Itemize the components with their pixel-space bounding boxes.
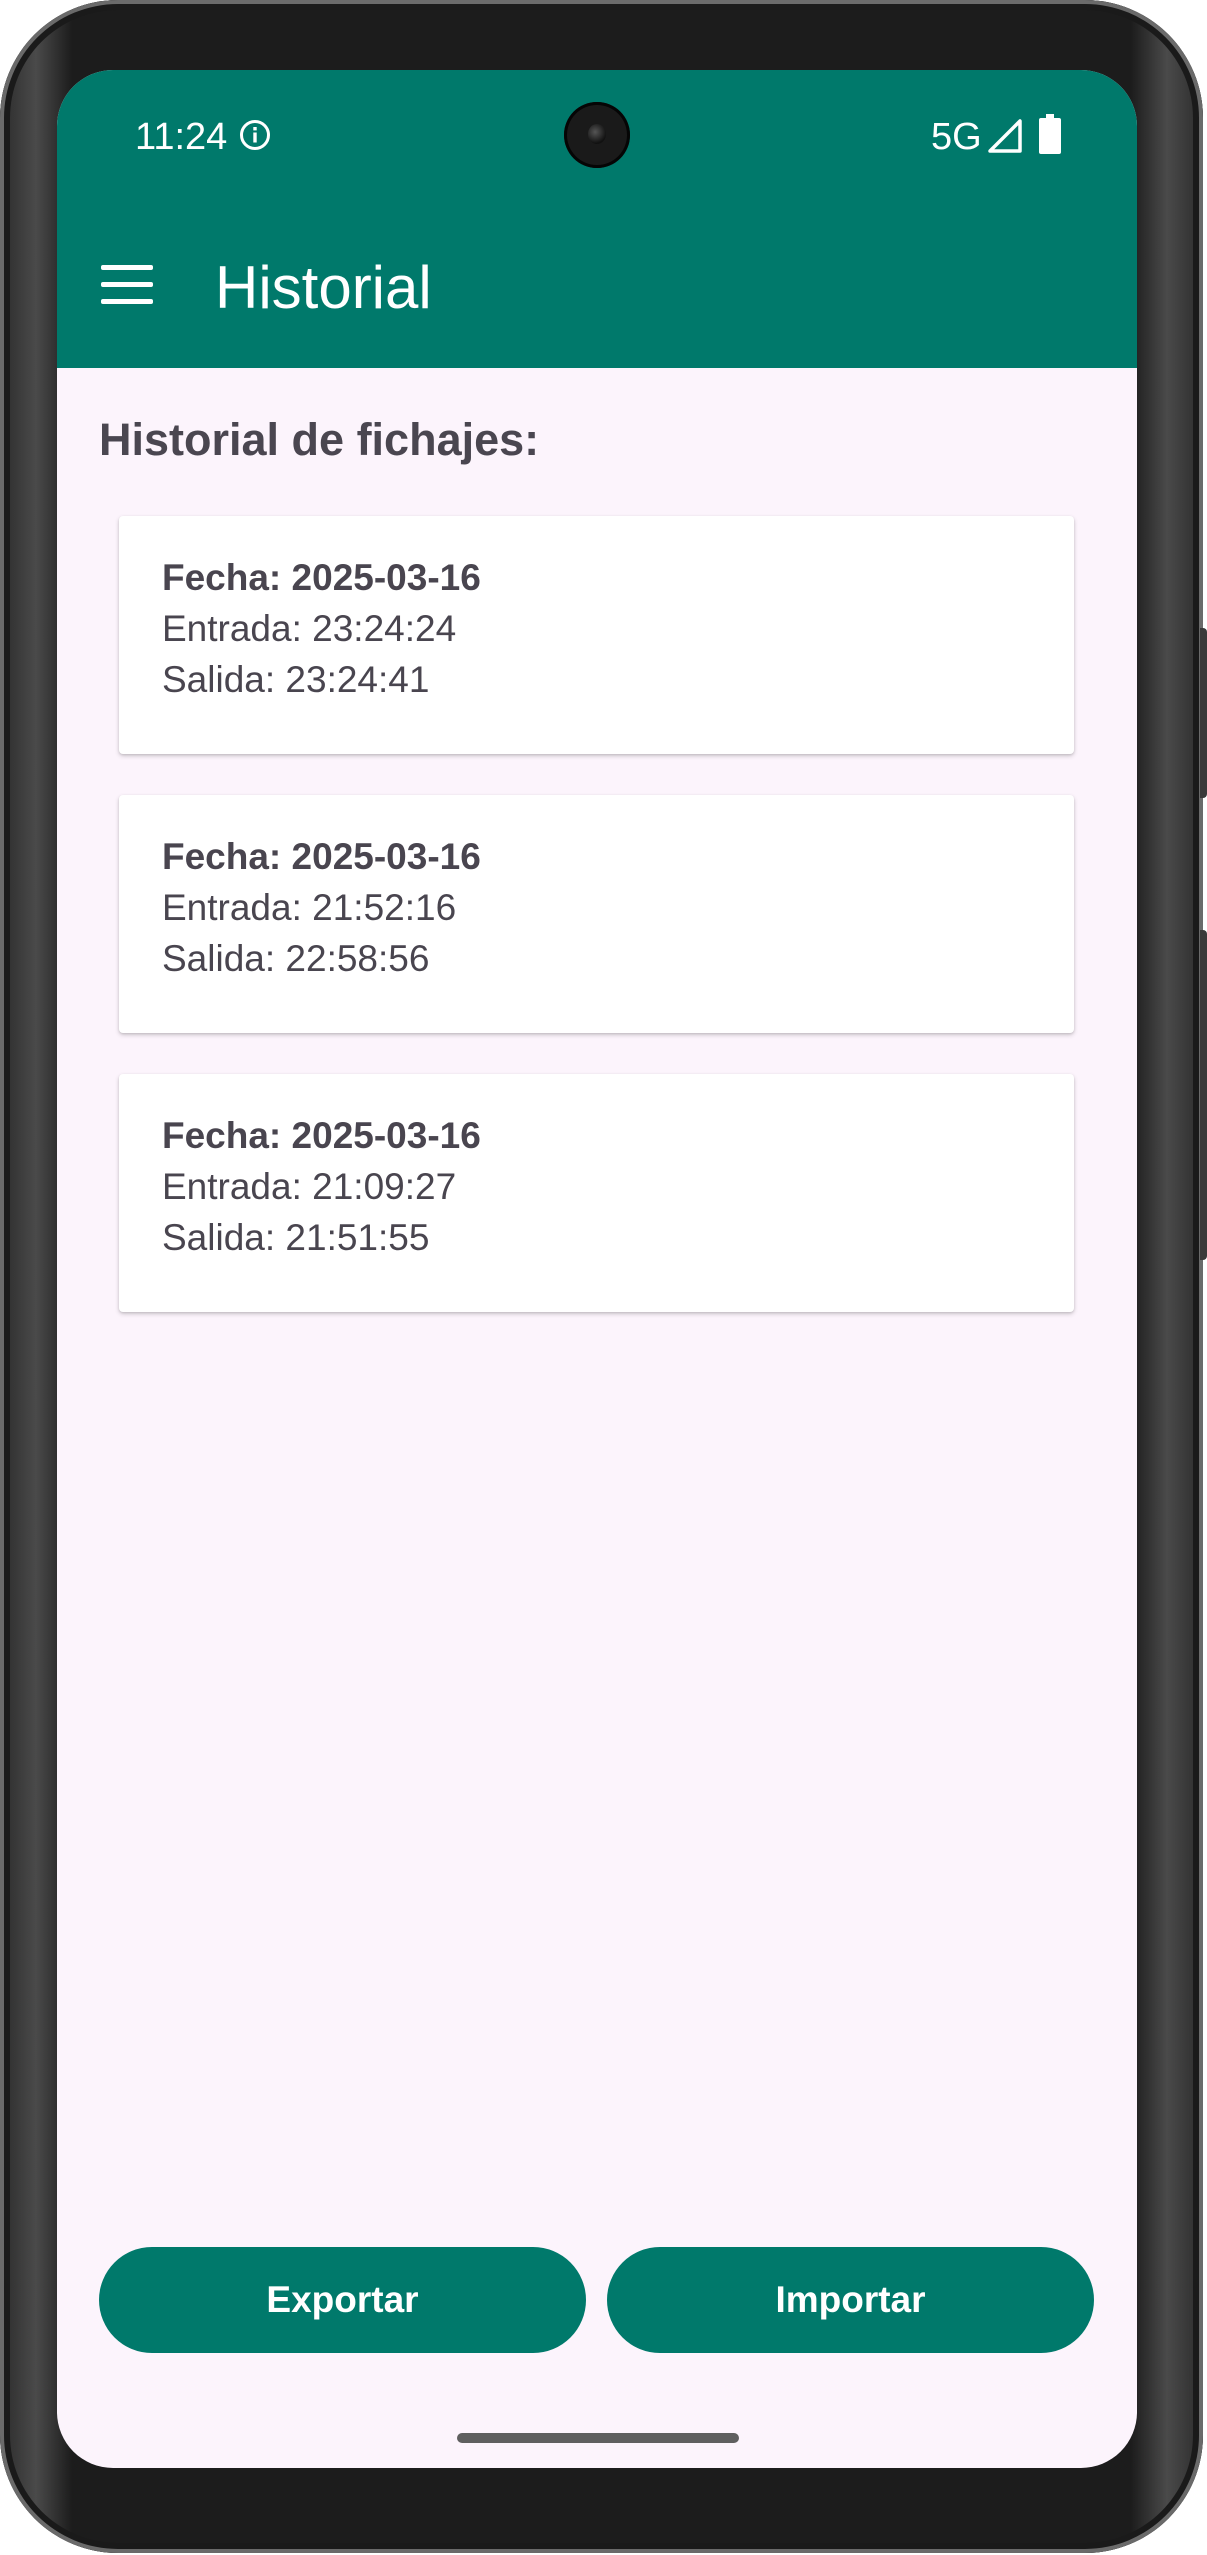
signal-icon: [988, 119, 1022, 153]
record-entry: Entrada: 23:24:24: [162, 608, 457, 649]
record-date: Fecha: 2025-03-16: [162, 1115, 481, 1156]
screen: 11:24 5G Historial Historial de fichajes…: [57, 70, 1137, 2468]
section-title: Historial de fichajes:: [99, 414, 540, 465]
record-date: Fecha: 2025-03-16: [162, 557, 481, 598]
export-button[interactable]: Exportar: [99, 2247, 586, 2353]
home-indicator[interactable]: [457, 2433, 739, 2443]
record-card[interactable]: Fecha: 2025-03-16 Entrada: 21:09:27 Sali…: [119, 1074, 1074, 1312]
record-card[interactable]: Fecha: 2025-03-16 Entrada: 23:24:24 Sali…: [119, 516, 1074, 754]
record-date: Fecha: 2025-03-16: [162, 836, 481, 877]
status-time: 11:24: [135, 116, 228, 158]
record-card[interactable]: Fecha: 2025-03-16 Entrada: 21:52:16 Sali…: [119, 795, 1074, 1033]
record-exit: Salida: 23:24:41: [162, 659, 430, 700]
record-entry: Entrada: 21:09:27: [162, 1166, 457, 1207]
power-button: [1200, 628, 1207, 798]
volume-button: [1200, 930, 1207, 1260]
app-bar: 11:24 5G Historial: [57, 70, 1137, 368]
import-button[interactable]: Importar: [607, 2247, 1094, 2353]
network-type: 5G: [931, 116, 982, 158]
page-title: Historial: [215, 254, 432, 321]
info-icon: [240, 120, 270, 150]
battery-icon: [1039, 114, 1061, 154]
record-exit: Salida: 22:58:56: [162, 938, 430, 979]
menu-icon[interactable]: [101, 265, 153, 305]
record-exit: Salida: 21:51:55: [162, 1217, 430, 1258]
record-entry: Entrada: 21:52:16: [162, 887, 457, 928]
front-camera: [564, 102, 630, 168]
